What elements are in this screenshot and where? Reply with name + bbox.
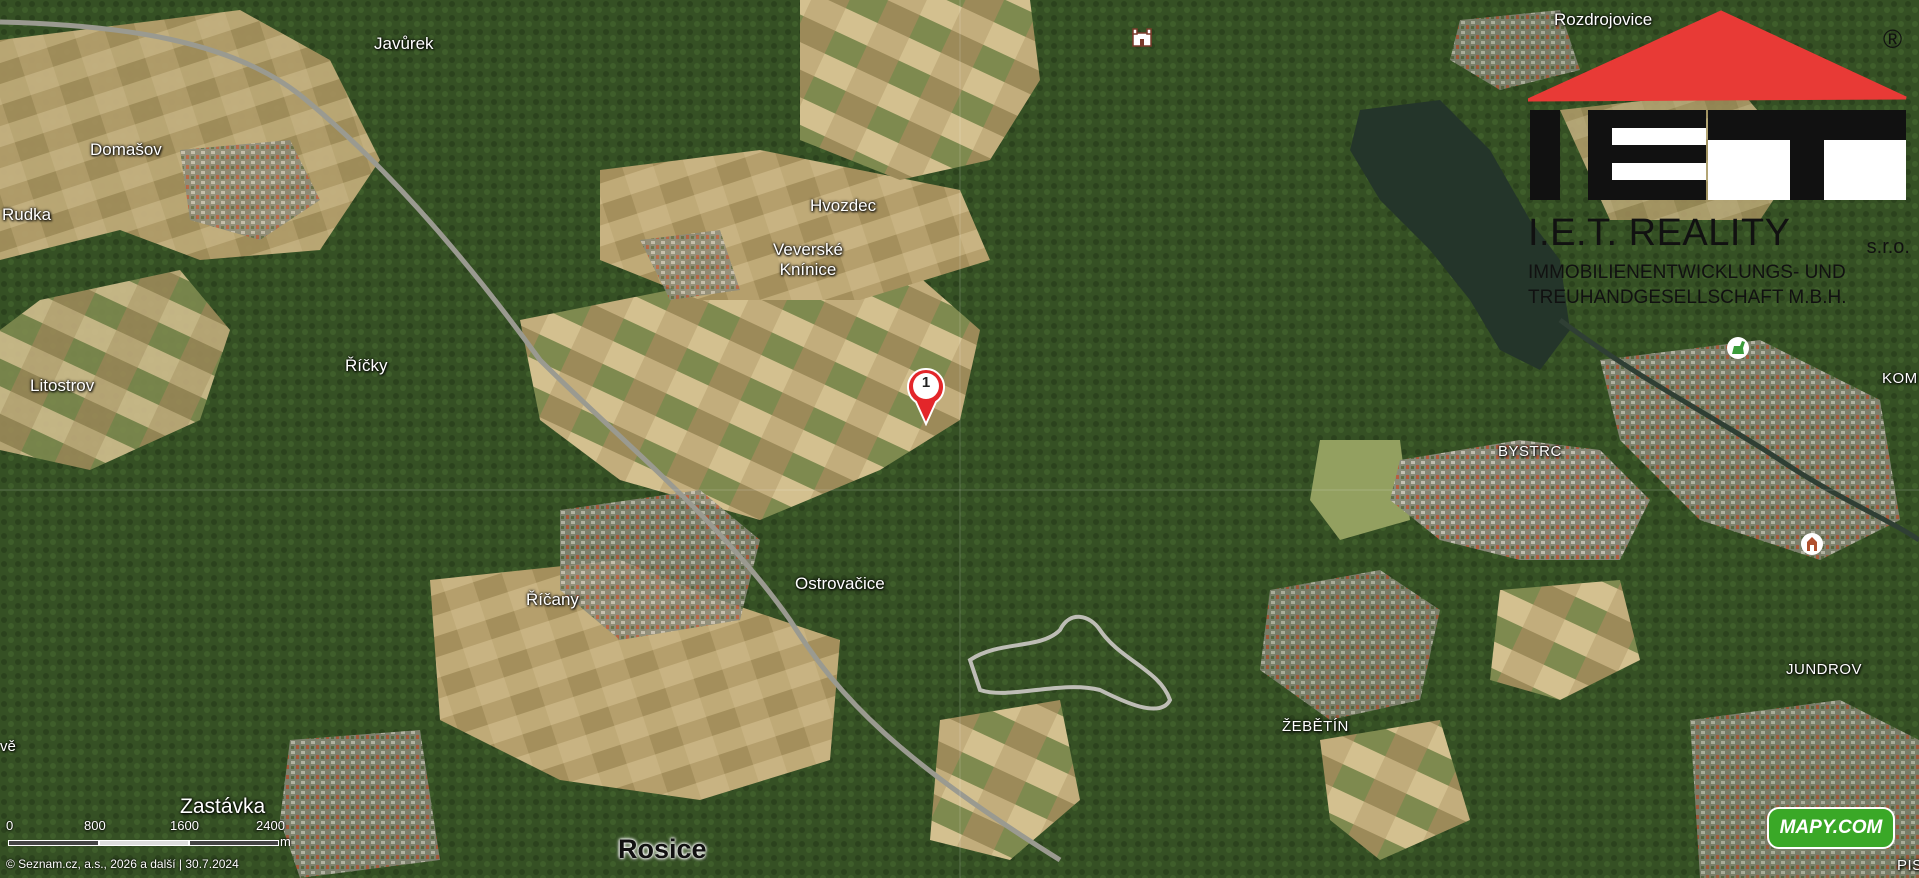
map-copyright[interactable]: © Seznam.cz, a.s., 2026 a další | 30.7.2… xyxy=(6,857,239,871)
scale-bar-graphic xyxy=(8,840,288,846)
logo-tagline-line1: IMMOBILIENENTWICKLUNGS- UND xyxy=(1528,262,1846,283)
castle-icon[interactable] xyxy=(1130,26,1154,53)
listing-marker-1[interactable]: 1 xyxy=(904,366,948,426)
scale-segment xyxy=(8,840,99,846)
mapy-com-badge[interactable]: MAPY.COM xyxy=(1767,807,1895,849)
zoo-icon[interactable] xyxy=(1726,336,1750,365)
scale-tick-1600: 1600 xyxy=(170,818,199,833)
marker-number: 1 xyxy=(921,374,931,391)
registered-mark: ® xyxy=(1883,24,1903,54)
scale-segment xyxy=(99,840,189,846)
logo-tagline-line2: TREUHANDGESELLSCHAFT M.B.H. xyxy=(1528,287,1847,308)
company-logo: ® I.E.T. REALITY s.r.o. IMMOBILIENENTWIC… xyxy=(1527,10,1914,310)
scale-tick-0: 0 xyxy=(6,818,14,833)
monument-icon[interactable] xyxy=(1800,532,1824,561)
map-scale-bar: 0 800 1600 2400 m xyxy=(6,818,296,858)
scale-segment xyxy=(189,840,279,846)
scale-tick-2400: 2400 xyxy=(256,818,285,833)
iet-roof-logo-icon xyxy=(1527,10,1907,200)
logo-legal-suffix: s.r.o. xyxy=(1866,236,1910,258)
scale-tick-800: 800 xyxy=(84,818,106,833)
